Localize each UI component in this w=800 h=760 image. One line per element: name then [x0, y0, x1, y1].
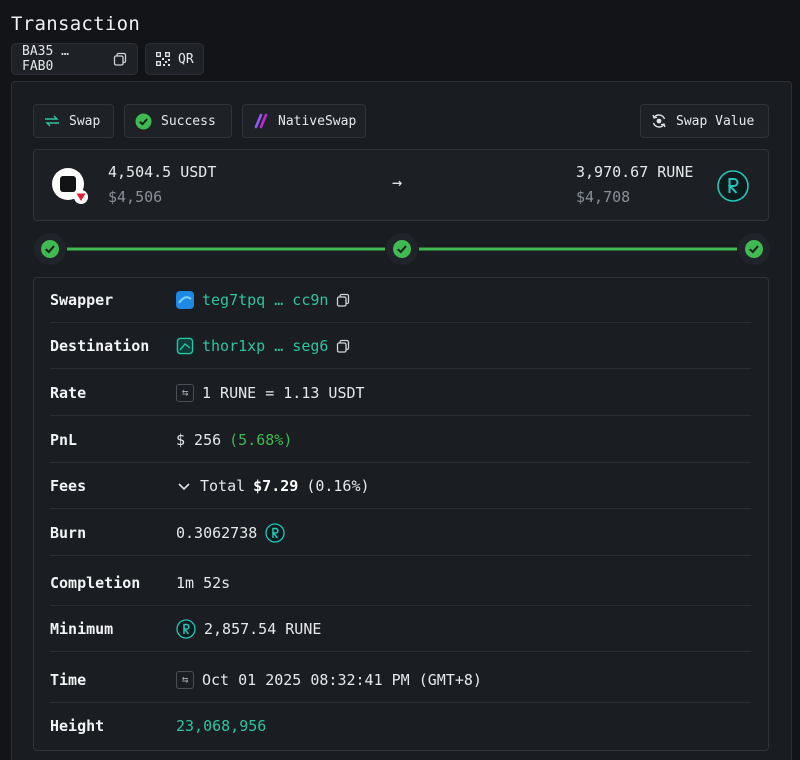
- copy-icon[interactable]: [336, 293, 350, 307]
- swapper-label: Swapper: [50, 290, 114, 309]
- block-height-link[interactable]: 23,068,956: [176, 717, 266, 735]
- completion-value: 1m 52s: [176, 573, 231, 592]
- time-value: Oct 01 2025 08:32:41 PM (GMT+8): [202, 670, 482, 689]
- height-label: Height: [50, 717, 105, 735]
- step-3-check-icon: [738, 233, 770, 265]
- page-title: Transaction: [11, 13, 141, 35]
- refresh-dollar-icon: [651, 113, 667, 129]
- row-height: Height 23,068,956: [50, 703, 751, 749]
- fees-amount: $7.29: [253, 476, 299, 495]
- swap-value-button[interactable]: Swap Value: [640, 104, 769, 138]
- pnl-percent: (5.68%): [229, 430, 293, 449]
- completion-label: Completion: [50, 573, 141, 592]
- type-label: Swap: [69, 113, 101, 129]
- destination-label: Destination: [50, 336, 150, 355]
- qr-label: QR: [178, 51, 194, 67]
- copy-icon[interactable]: [336, 339, 350, 353]
- minimum-value: 2,857.54 RUNE: [204, 619, 322, 638]
- swap-value-label: Swap Value: [676, 113, 755, 129]
- rune-token-icon: [717, 170, 749, 202]
- swapper-address-link[interactable]: teg7tpq … cc9n: [202, 291, 328, 309]
- rate-value: 1 RUNE = 1.13 USDT: [202, 383, 365, 402]
- rune-token-icon: [176, 618, 196, 639]
- row-fees: Fees Total $7.29 (0.16%): [50, 463, 751, 509]
- fees-label: Fees: [50, 476, 87, 495]
- usdt-token-icon: [51, 167, 89, 205]
- burn-label: Burn: [50, 523, 87, 542]
- step-2-check-icon: [386, 233, 418, 265]
- status-badge: Success: [124, 104, 232, 138]
- row-time: Time ⇆ Oct 01 2025 08:32:41 PM (GMT+8): [50, 657, 751, 703]
- destination-address-link[interactable]: thor1xp … seg6: [202, 337, 328, 355]
- input-usd-value: $4,506: [108, 188, 163, 206]
- row-minimum: Minimum 2,857.54 RUNE: [50, 606, 751, 652]
- pnl-value: $ 256: [176, 430, 222, 449]
- swap-rate-toggle-icon[interactable]: ⇆: [176, 383, 194, 402]
- wallet-avatar-icon: [176, 290, 194, 309]
- copy-icon[interactable]: [113, 52, 127, 66]
- protocol-label: NativeSwap: [278, 113, 357, 129]
- time-label: Time: [50, 670, 87, 689]
- chevron-down-icon[interactable]: [176, 478, 192, 494]
- type-badge: Swap: [33, 104, 114, 138]
- row-burn: Burn 0.3062738: [50, 510, 751, 556]
- status-label: Success: [161, 113, 216, 129]
- swap-arrows-icon: [44, 115, 60, 127]
- native-swap-logo: [253, 113, 269, 129]
- tx-hash-chip[interactable]: BA35 … FAB0: [11, 43, 138, 75]
- wallet-avatar-icon: [176, 336, 194, 355]
- swap-arrow-icon: →: [392, 173, 403, 193]
- output-amount: 3,970.67 RUNE: [576, 163, 694, 181]
- row-completion: Completion 1m 52s: [50, 560, 751, 606]
- tx-hash-text: BA35 … FAB0: [22, 44, 69, 74]
- input-amount: 4,504.5 USDT: [108, 163, 217, 181]
- step-1-check-icon: [34, 233, 66, 265]
- row-pnl: PnL $ 256 (5.68%): [50, 417, 751, 463]
- qr-button[interactable]: QR: [145, 43, 204, 75]
- swap-progress: [33, 231, 771, 267]
- output-usd-value: $4,708: [576, 188, 631, 206]
- minimum-label: Minimum: [50, 619, 114, 638]
- qr-code-icon: [156, 52, 170, 66]
- rate-label: Rate: [50, 383, 87, 402]
- fees-percent: (0.16%): [306, 476, 370, 495]
- row-destination: Destination thor1xp … seg6: [50, 323, 751, 369]
- time-format-toggle-icon[interactable]: ⇆: [176, 670, 194, 689]
- rune-token-icon: [265, 522, 285, 543]
- row-swapper: Swapper teg7tpq … cc9n: [50, 277, 751, 323]
- fees-prefix: Total: [200, 476, 246, 495]
- burn-value: 0.3062738: [176, 523, 258, 542]
- check-circle-icon: [135, 113, 152, 130]
- pnl-label: PnL: [50, 430, 78, 449]
- protocol-badge: NativeSwap: [242, 104, 366, 138]
- row-rate: Rate ⇆ 1 RUNE = 1.13 USDT: [50, 370, 751, 416]
